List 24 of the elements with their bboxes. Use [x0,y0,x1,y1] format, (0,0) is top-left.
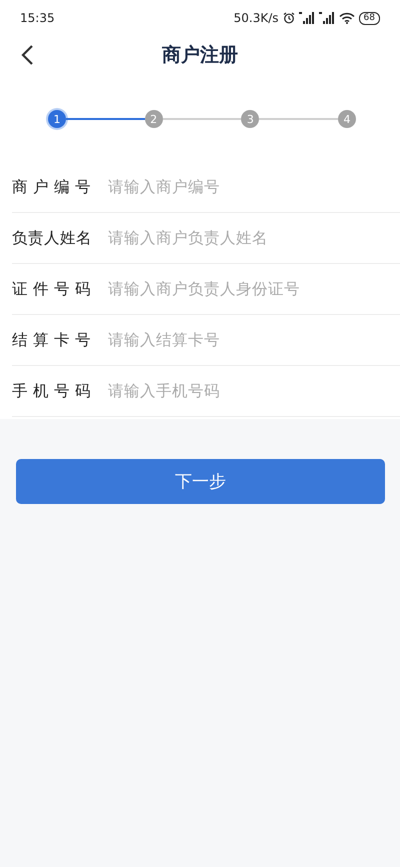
field-label: 负责人姓名 [12,228,93,248]
step-indicator: 1 [48,110,66,128]
input-field[interactable]: 请输入结算卡号 [108,331,400,349]
input-field[interactable]: 请输入商户负责人身份证号 [108,280,400,298]
field-label: 结 算 卡 号 [12,330,92,350]
input-field[interactable]: 请输入商户编号 [108,178,400,196]
field-label: 证 件 号 码 [12,278,92,300]
wifi-icon [338,12,355,24]
field-label: 商 户 编 号 [12,176,92,198]
battery-level: 68 [358,12,380,24]
page-title: 商户注册 [162,43,238,68]
step-indicator: 2 [144,110,163,128]
step-indicator: 4 [338,110,356,128]
input-field[interactable]: 请输入手机号码 [108,382,400,400]
network-speed: 50.3K/s [234,11,279,25]
alarm-icon [282,12,295,24]
input-field[interactable]: 请输入商户负责人姓名 [108,229,400,247]
signal-icon [298,12,315,24]
step-indicator: 3 [241,110,260,128]
next-button[interactable]: 下一步 [16,459,385,504]
back-icon[interactable] [20,44,34,66]
field-label: 手 机 号 码 [12,380,92,402]
signal-icon [318,12,335,24]
status-time: 15:35 [20,11,55,25]
